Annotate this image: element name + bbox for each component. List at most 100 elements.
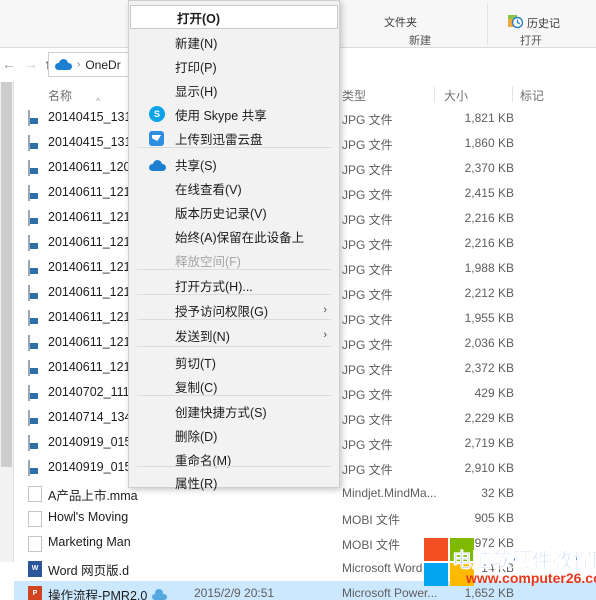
file-size: 429 KB [474, 386, 514, 400]
context-menu-item[interactable]: 版本历史记录(V) [129, 200, 339, 224]
context-menu-item-label: 授予访问权限(G) [175, 304, 269, 319]
powerpoint-file-icon: P [28, 586, 42, 600]
file-size: 25,972 KB [457, 536, 514, 550]
context-menu-separator [137, 319, 331, 320]
file-type: JPG 文件 [342, 463, 393, 477]
new-folder-label: 文件夹 [384, 17, 417, 29]
history-button[interactable]: 历史记 [508, 14, 560, 32]
context-menu-item-label: 删除(D) [175, 429, 218, 444]
column-header-tags[interactable]: 标记 [520, 87, 544, 104]
file-row[interactable]: Marketing Man MOBI 文件 25,972 KB [14, 531, 596, 556]
onedrive-cloud-icon [55, 59, 72, 70]
jpg-file-icon [28, 235, 30, 251]
file-row[interactable]: P 操作流程-PMR2.0.... 2015/2/9 20:51 Microsoft … [14, 581, 596, 600]
context-menu-item[interactable]: 共享(S) [129, 152, 339, 176]
skype-icon: S [149, 106, 165, 122]
jpg-file-icon [28, 360, 30, 376]
open-group-label: 打开 [520, 35, 542, 47]
file-type: JPG 文件 [342, 388, 393, 402]
forward-arrow-icon[interactable]: → [24, 57, 38, 71]
context-menu-item[interactable]: 新建(N) [129, 30, 339, 54]
file-name: 操作流程-PMR2.0.... [48, 589, 148, 600]
jpg-file-icon [28, 460, 30, 476]
back-arrow-icon[interactable]: ← [2, 57, 16, 71]
context-menu-item[interactable]: 重命名(M) [129, 447, 339, 471]
context-menu-item-label: 版本历史记录(V) [175, 206, 267, 221]
column-divider-4[interactable] [434, 86, 435, 102]
file-row[interactable]: Howl's Moving MOBI 文件 905 KB [14, 506, 596, 531]
file-type: JPG 文件 [342, 338, 393, 352]
column-divider-5[interactable] [512, 86, 513, 102]
context-menu-item-label: 剪切(T) [175, 356, 216, 371]
new-folder-button[interactable]: 文件夹 [384, 14, 417, 30]
context-menu-item-label: 显示(H) [175, 84, 218, 99]
xunlei-icon [149, 130, 164, 146]
file-size: 2,370 KB [464, 161, 514, 175]
context-menu-item-label: 属性(R) [175, 476, 218, 491]
context-menu-item[interactable]: 在线查看(V) [129, 176, 339, 200]
jpg-file-icon [28, 210, 30, 226]
jpg-file-icon [28, 110, 30, 126]
history-icon [508, 14, 524, 32]
jpg-file-icon [28, 160, 30, 176]
context-menu-item[interactable]: 打印(P) [129, 54, 339, 78]
context-menu-item[interactable]: 属性(R) [129, 470, 339, 494]
file-size: 2,719 KB [464, 436, 514, 450]
file-name: Howl's Moving [48, 510, 129, 524]
jpg-file-icon [28, 285, 30, 301]
context-menu-separator [137, 466, 331, 467]
jpg-file-icon [28, 435, 30, 451]
file-size: 14 KB [481, 561, 514, 575]
file-size: 2,372 KB [464, 361, 514, 375]
navigation-pane-scrollbar[interactable] [0, 82, 14, 562]
jpg-file-icon [28, 335, 30, 351]
file-size: 2,216 KB [464, 211, 514, 225]
file-size: 2,036 KB [464, 336, 514, 350]
context-menu-item[interactable]: S 使用 Skype 共享 [129, 102, 339, 126]
context-menu-separator [137, 395, 331, 396]
word-file-icon: W [28, 561, 42, 577]
scrollbar-thumb[interactable] [1, 82, 12, 467]
file-size: 2,229 KB [464, 411, 514, 425]
file-type: JPG 文件 [342, 238, 393, 252]
context-menu-separator [137, 294, 331, 295]
file-size: 1,652 KB [464, 586, 514, 600]
context-menu-item[interactable]: 始终(A)保留在此设备上 [129, 224, 339, 248]
onedrive-cloud-icon [149, 160, 166, 171]
context-menu-item[interactable]: 打开(O) [130, 5, 338, 29]
context-menu-item[interactable]: 发送到(N) › [129, 323, 339, 347]
context-menu-item[interactable]: 创建快捷方式(S) [129, 399, 339, 423]
file-size: 2,216 KB [464, 236, 514, 250]
context-menu-item[interactable]: 显示(H) [129, 78, 339, 102]
chevron-right-icon: › [323, 304, 327, 316]
file-size: 905 KB [474, 511, 514, 525]
chevron-right-icon: › [323, 329, 327, 341]
file-name: Marketing Man [48, 535, 131, 549]
jpg-file-icon [28, 310, 30, 326]
jpg-file-icon [28, 185, 30, 201]
file-size: 32 KB [481, 486, 514, 500]
breadcrumb-onedrive[interactable]: OneDr [85, 58, 120, 72]
context-menu-item[interactable]: 剪切(T) [129, 350, 339, 374]
context-menu-item-label: 创建快捷方式(S) [175, 405, 267, 420]
cloud-only-status-icon [152, 586, 168, 600]
blank-file-icon [28, 486, 42, 502]
file-row[interactable]: W Word 网页版.d Microsoft Word ... 14 KB [14, 556, 596, 581]
column-header-type[interactable]: 类型 [342, 87, 366, 104]
file-type: JPG 文件 [342, 113, 393, 127]
context-menu-item[interactable]: 删除(D) [129, 423, 339, 447]
ribbon-divider-2 [487, 4, 488, 44]
column-header-name[interactable]: 名称 [48, 87, 72, 104]
jpg-file-icon [28, 135, 30, 151]
sort-caret-icon: ^ [96, 96, 101, 106]
context-menu[interactable]: 打开(O) 新建(N) 打印(P) 显示(H) S 使用 Skype 共享 上传到迅雷云盘共… [128, 0, 340, 491]
context-menu-item-label: 在线查看(V) [175, 182, 242, 197]
context-menu-item-label: 打开(O) [177, 11, 221, 26]
column-header-size[interactable]: 大小 [444, 87, 468, 104]
context-menu-item-label: 复制(C) [175, 380, 218, 395]
breadcrumb-separator: › [77, 59, 81, 70]
file-type: JPG 文件 [342, 263, 393, 277]
file-type: MOBI 文件 [342, 513, 401, 527]
context-menu-separator [137, 346, 331, 347]
file-size: 1,821 KB [464, 111, 514, 125]
